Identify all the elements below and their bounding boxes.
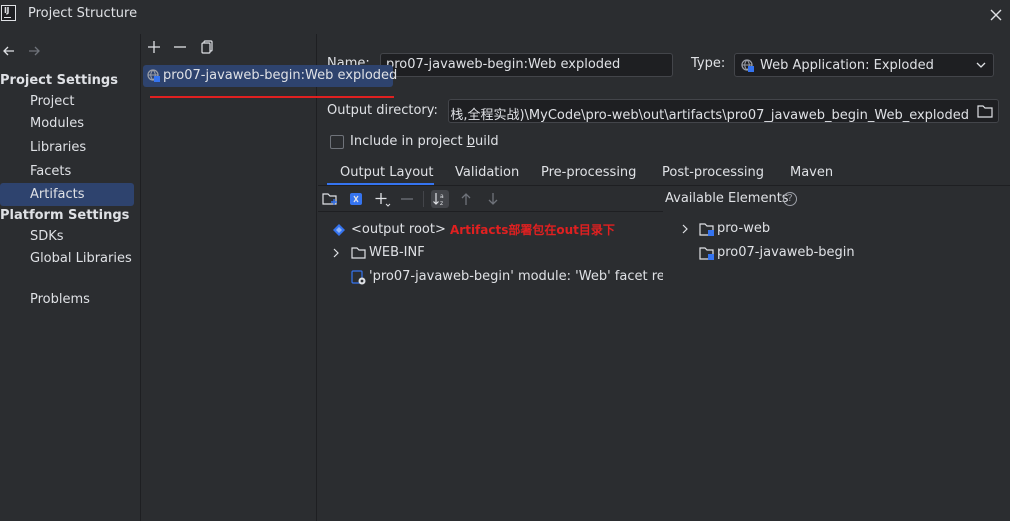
remove-element-button[interactable] [398,190,416,208]
create-directory-button[interactable] [321,190,339,208]
settings-nav: Project Settings Project Modules Librari… [0,34,141,521]
minus-icon [401,198,413,200]
toolbar-separator [423,191,424,207]
tree-row-web-inf[interactable]: WEB-INF [318,242,663,264]
chevron-right-icon[interactable] [680,223,690,235]
folder-browse-icon[interactable] [977,104,993,118]
nav-item-libraries[interactable]: Libraries [0,136,134,159]
remove-artifact-button[interactable] [172,39,188,55]
annotation-text: Artifacts部署包在out目录下 [450,223,615,237]
intellij-logo-icon: IJ [1,5,16,21]
artifacts-list-pane: pro07-javaweb-begin:Web exploded [142,34,397,521]
minus-icon [174,46,186,48]
sort-elements-button[interactable]: az [431,190,449,208]
archive-icon [350,193,362,205]
nav-item-modules[interactable]: Modules [0,112,134,135]
svg-text:z: z [440,200,443,207]
nav-item-artifacts[interactable]: Artifacts [0,183,134,206]
nav-item-project[interactable]: Project [0,90,134,113]
artifact-item-label: pro07-javaweb-begin:Web exploded [163,68,398,83]
nav-item-global-libraries[interactable]: Global Libraries [0,247,134,270]
tab-bar: Output Layout Validation Pre-processing … [318,161,1010,185]
tab-post-processing[interactable]: Post-processing [662,165,764,180]
nav-item-problems[interactable]: Problems [0,288,134,311]
nav-item-sdks[interactable]: SDKs [0,225,134,248]
tree-row-label: <output root> [351,222,446,237]
include-in-build-checkbox[interactable] [330,135,344,149]
available-item-pro-web[interactable]: pro-web [678,218,998,240]
platform-settings-heading: Platform Settings [0,208,130,223]
tab-validation[interactable]: Validation [455,165,519,180]
tab-output-layout[interactable]: Output Layout [340,165,433,180]
arrow-left-icon [3,46,14,56]
chevron-down-icon [975,59,987,71]
move-up-button[interactable] [457,190,475,208]
folder-icon [351,246,366,259]
include-in-build-label[interactable]: Include in project build [350,134,499,149]
svg-text:a: a [440,193,444,200]
output-layout-tree: <output root> WEB-INF 'pro07-javaweb-beg… [318,214,663,521]
window-title: Project Structure [28,6,138,21]
back-button[interactable] [1,43,17,59]
plus-dropdown-icon [375,193,391,207]
tree-row-label: 'pro07-javaweb-begin' module: 'Web' face… [369,269,663,284]
web-artifact-icon [146,68,161,83]
available-item-label: pro-web [717,221,771,236]
output-directory-label: Output directory: [327,103,438,118]
arrow-down-icon [488,193,498,205]
output-root-icon [332,223,346,237]
artifact-editor: Name: pro07-javaweb-begin:Web exploded T… [318,34,1010,521]
chevron-right-icon[interactable] [331,247,341,259]
type-select-value: Web Application: Exploded [760,58,934,73]
plus-icon [148,41,160,53]
move-down-button[interactable] [484,190,502,208]
arrow-up-icon [461,193,471,205]
new-folder-icon [322,193,337,205]
add-archive-button[interactable] [347,190,365,208]
tab-maven[interactable]: Maven [790,165,833,180]
help-icon[interactable]: ? [783,192,797,206]
nav-item-facets[interactable]: Facets [0,160,134,183]
module-resources-icon [351,270,366,285]
add-artifact-button[interactable] [146,39,162,55]
copy-artifact-button[interactable] [199,39,215,55]
tab-pre-processing[interactable]: Pre-processing [541,165,636,180]
close-button[interactable] [986,5,1006,25]
copy-icon [201,40,213,54]
add-copy-of-button[interactable] [373,190,391,208]
available-item-label: pro07-javaweb-begin [717,245,855,260]
sort-icon: az [433,193,444,207]
name-field[interactable]: pro07-javaweb-begin:Web exploded [380,53,673,77]
title-bar: IJ Project Structure [0,0,1010,30]
output-directory-value: <栈,全程实战)\MyCode\pro-web\out\artifacts\pr… [448,108,969,123]
output-directory-field[interactable]: <栈,全程实战)\MyCode\pro-web\out\artifacts\pr… [448,99,999,123]
type-label: Type: [691,56,726,71]
module-folder-icon [699,222,715,236]
arrow-right-icon [29,46,40,56]
project-settings-heading: Project Settings [0,73,118,88]
available-elements-heading: Available Elements [665,191,789,206]
layout-toolbar: az [318,186,663,212]
tree-row-facet-resources[interactable]: 'pro07-javaweb-begin' module: 'Web' face… [318,266,663,288]
type-select[interactable]: Web Application: Exploded [734,53,994,77]
tree-row-label: WEB-INF [369,245,425,260]
web-artifact-icon [740,58,755,73]
available-item-pro07-javaweb-begin[interactable]: pro07-javaweb-begin [678,242,998,264]
artifact-item[interactable]: pro07-javaweb-begin:Web exploded [143,65,397,87]
forward-button[interactable] [26,43,42,59]
annotation-underline [150,96,394,98]
close-icon [990,9,1002,21]
module-folder-icon [699,246,715,260]
